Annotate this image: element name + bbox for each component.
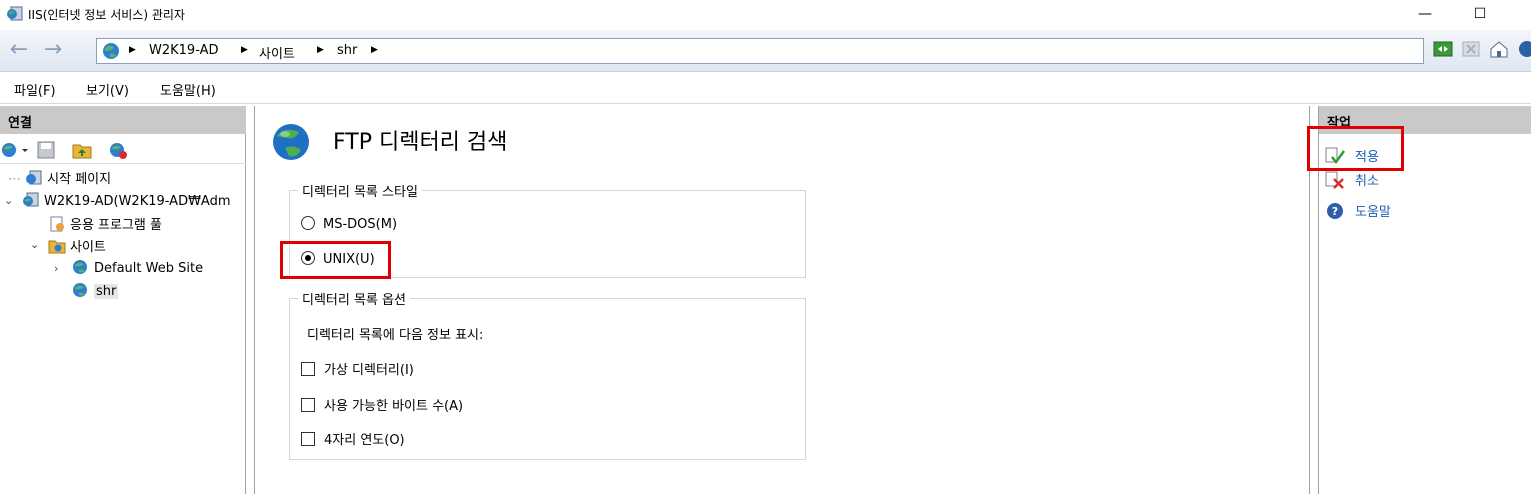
app-pools-icon	[50, 216, 64, 232]
disconnect-icon[interactable]	[108, 140, 130, 160]
check-virtual-directories-box[interactable]	[301, 362, 315, 376]
page-title: FTP 디렉터리 검색	[333, 130, 508, 155]
ftp-globe-icon	[273, 124, 309, 160]
check-four-digit-year[interactable]: 4자리 연도(O)	[301, 429, 405, 448]
breadcrumb-separator-icon: ▶	[241, 45, 248, 55]
check-available-bytes-label: 사용 가능한 바이트 수(A)	[324, 399, 464, 414]
check-four-digit-year-label: 4자리 연도(O)	[324, 433, 405, 448]
save-icon[interactable]	[36, 140, 56, 160]
tree-default-web-site[interactable]: Default Web Site	[72, 259, 203, 279]
server-icon	[23, 192, 39, 207]
svg-text:?: ?	[1332, 205, 1338, 218]
up-folder-icon[interactable]	[72, 140, 92, 160]
collapse-sites-icon[interactable]: ⌄	[30, 238, 39, 251]
radio-ms-dos-button[interactable]	[301, 216, 315, 230]
maximize-button[interactable]: ☐	[1457, 2, 1503, 28]
cancel-label: 취소	[1355, 174, 1379, 189]
check-available-bytes[interactable]: 사용 가능한 바이트 수(A)	[301, 395, 463, 414]
website-globe-icon	[73, 283, 87, 297]
listing-style-legend: 디렉터리 목록 스타일	[298, 181, 422, 200]
forward-button[interactable]: →	[38, 36, 68, 66]
help-toolbar-icon[interactable]	[1517, 39, 1531, 59]
connect-icon[interactable]	[0, 140, 30, 160]
help-question-icon: ?	[1327, 203, 1343, 219]
breadcrumb-server[interactable]: W2K19-AD	[149, 43, 219, 58]
minimize-button[interactable]: —	[1402, 2, 1448, 28]
refresh-icon[interactable]	[1433, 39, 1453, 59]
connections-pane: 연결 ⋯ 시작 페이지 ⌄ W2K19-AD(W2K19-AD₩Adm 응용 프…	[0, 106, 246, 494]
main-pane: FTP 디렉터리 검색 디렉터리 목록 스타일 MS-DOS(M) UNIX(U…	[254, 106, 1310, 494]
tree-start-page-label: 시작 페이지	[47, 172, 112, 187]
globe-icon	[103, 43, 119, 59]
menu-help[interactable]: 도움말(H)	[160, 80, 216, 99]
sites-folder-icon	[48, 240, 66, 254]
tree-default-web-site-label: Default Web Site	[94, 261, 204, 276]
address-bar: ← → ▶ W2K19-AD ▶ 사이트 ▶ shr ▶	[0, 30, 1531, 72]
tree-app-pools-label: 응용 프로그램 풀	[70, 218, 162, 233]
start-page-icon	[26, 170, 42, 185]
forward-arrow-icon: →	[43, 37, 63, 62]
breadcrumb-shr[interactable]: shr	[337, 43, 357, 58]
breadcrumb-separator-icon: ▶	[371, 45, 378, 55]
connections-header: 연결	[0, 106, 246, 134]
breadcrumb-separator-icon: ▶	[317, 45, 324, 55]
check-available-bytes-box[interactable]	[301, 398, 315, 412]
collapse-server-icon[interactable]: ⌄	[4, 194, 13, 207]
tree-server-label: W2K19-AD(W2K19-AD₩Adm	[44, 194, 231, 209]
tree-start-page[interactable]: ⋯ 시작 페이지	[8, 168, 111, 188]
breadcrumb-separator-icon: ▶	[129, 45, 136, 55]
title-bar: IIS(인터넷 정보 서비스) 관리자 — ☐	[0, 0, 1531, 30]
tree-sites[interactable]: 사이트	[48, 236, 106, 256]
listing-options-description: 디렉터리 목록에 다음 정보 표시:	[307, 328, 484, 343]
expand-default-site-icon[interactable]: ›	[54, 262, 58, 275]
help-label: 도움말	[1355, 205, 1391, 220]
window-title: IIS(인터넷 정보 서비스) 관리자	[28, 8, 185, 22]
stop-icon[interactable]	[1461, 39, 1481, 59]
menu-view[interactable]: 보기(V)	[86, 80, 129, 99]
connections-toolbar	[0, 136, 246, 164]
listing-options-legend: 디렉터리 목록 옵션	[298, 289, 410, 308]
tree-server[interactable]: W2K19-AD(W2K19-AD₩Adm	[22, 192, 231, 212]
home-icon[interactable]	[1489, 39, 1509, 59]
tree-shr[interactable]: shr	[72, 282, 119, 302]
check-virtual-directories-label: 가상 디렉터리(I)	[324, 363, 414, 378]
unix-highlight-box	[280, 241, 391, 279]
back-button[interactable]: ←	[4, 36, 34, 66]
tree-app-pools[interactable]: 응용 프로그램 풀	[48, 214, 162, 234]
breadcrumb-sites[interactable]: 사이트	[259, 43, 295, 62]
actions-pane: 작업 적용 취소 ? 도움말	[1307, 106, 1531, 494]
website-globe-icon	[73, 260, 87, 274]
help-action[interactable]: ? 도움말	[1325, 201, 1391, 220]
radio-ms-dos[interactable]: MS-DOS(M)	[301, 216, 397, 232]
cancel-x-icon	[1325, 171, 1344, 189]
radio-ms-dos-label: MS-DOS(M)	[323, 217, 398, 232]
tree-shr-label: shr	[94, 284, 119, 299]
menu-bar: 파일(F) 보기(V) 도움말(H)	[0, 72, 1531, 104]
menu-file[interactable]: 파일(F)	[14, 80, 56, 99]
cancel-action[interactable]: 취소	[1325, 170, 1379, 189]
tree-sites-label: 사이트	[70, 240, 106, 255]
iis-app-icon	[7, 6, 23, 21]
check-four-digit-year-box[interactable]	[301, 432, 315, 446]
check-virtual-directories[interactable]: 가상 디렉터리(I)	[301, 359, 414, 378]
back-arrow-icon: ←	[9, 37, 29, 62]
address-box[interactable]: ▶ W2K19-AD ▶ 사이트 ▶ shr ▶	[96, 38, 1424, 64]
apply-highlight-box	[1307, 126, 1404, 171]
